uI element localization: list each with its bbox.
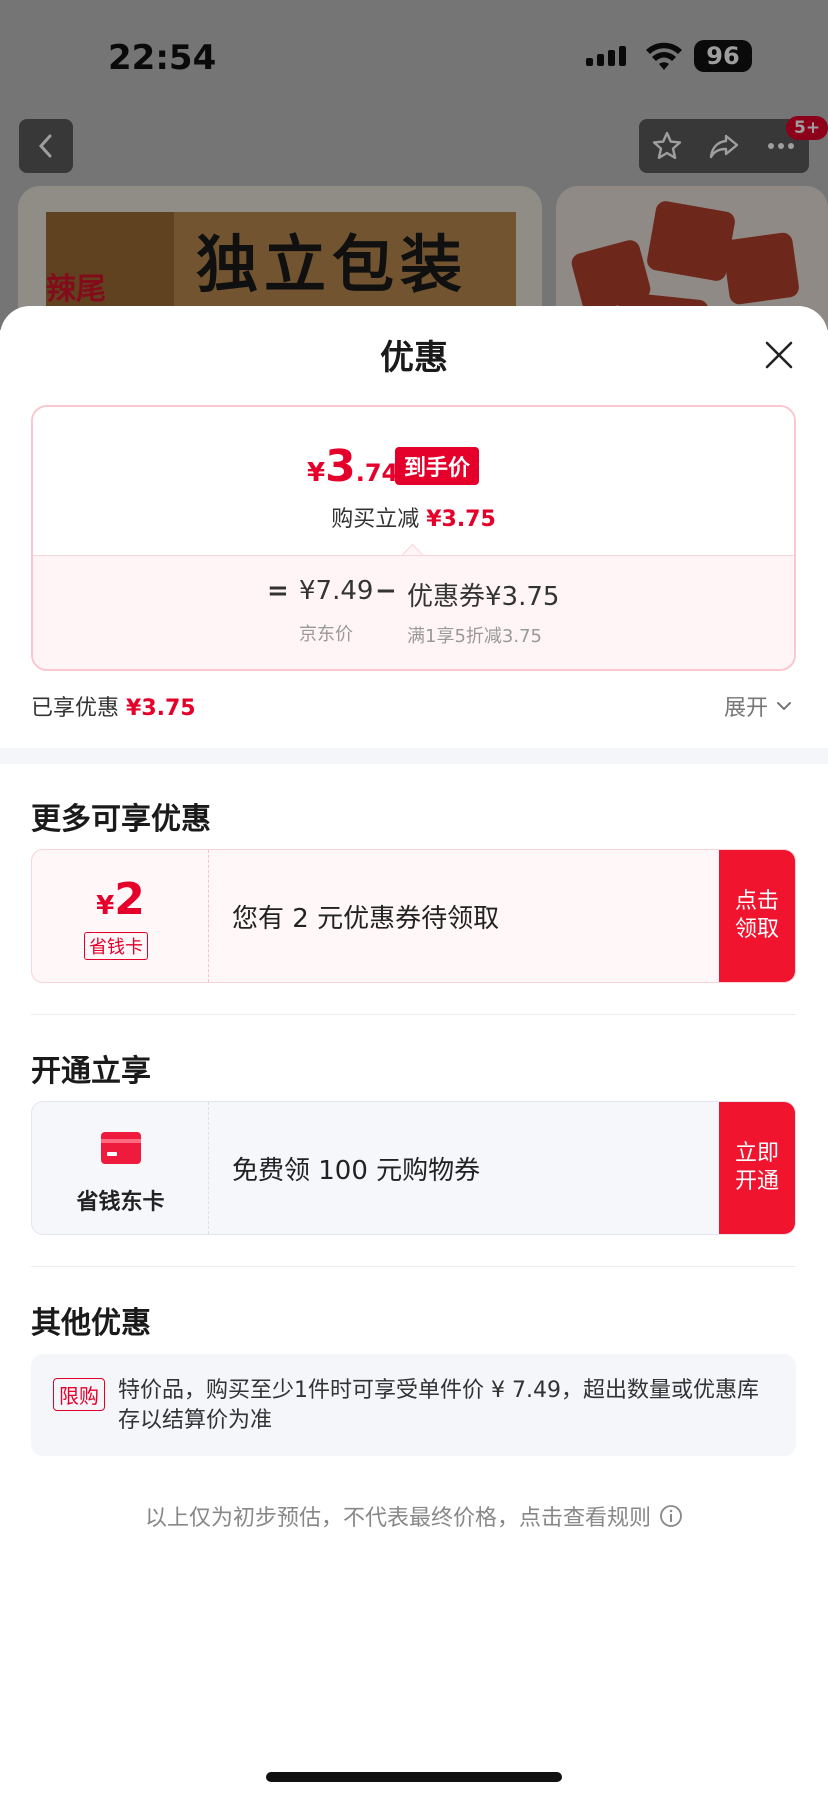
background-page: 22:54 96 5+ 辣尾 独立包装	[0, 0, 828, 330]
more-discounts-title: 更多可享优惠	[31, 802, 211, 837]
sheet-title: 优惠	[380, 338, 448, 378]
section-separator	[0, 748, 828, 764]
other-discounts-title: 其他优惠	[31, 1306, 151, 1341]
info-icon	[660, 1505, 682, 1527]
price-formula: = ¥7.49 − 优惠券¥3.75 京东价 满1享5折减3.75	[33, 555, 794, 669]
coupon-description: 满1享5折减3.75	[407, 626, 542, 647]
divider	[31, 1014, 796, 1015]
modal-overlay[interactable]	[0, 0, 828, 330]
coupon-amount-area: ¥2 省钱卡	[32, 850, 209, 982]
final-price-tag: 到手价	[395, 447, 480, 485]
home-indicator	[266, 1772, 562, 1782]
membership-description: 免费领 100 元购物券	[232, 1155, 481, 1186]
jd-price: ¥7.49	[299, 576, 374, 606]
other-discount-box: 限购 特价品，购买至少1件时可享受单件价 ¥ 7.49，超出数量或优惠库存以结算…	[31, 1354, 796, 1456]
claim-coupon-button[interactable]: 点击 领取	[719, 850, 795, 982]
membership-card[interactable]: 省钱东卡 免费领 100 元购物券 立即 开通	[31, 1101, 796, 1235]
instant-discount-line: 购买立减 ¥3.75	[331, 507, 496, 532]
coupon-card-name: 省钱卡	[84, 932, 148, 960]
discount-sheet: 优惠 ¥3.74 到手价 购买立减 ¥3.75 = ¥7.49 − 优惠券¥3.…	[0, 306, 828, 1795]
membership-card-area: 省钱东卡	[32, 1102, 209, 1234]
enjoyed-discount: 已享优惠 ¥3.75	[31, 696, 196, 721]
card-icon	[101, 1132, 141, 1164]
membership-card-name: 省钱东卡	[76, 1190, 165, 1215]
divider	[31, 1266, 796, 1267]
jd-price-label: 京东价	[299, 624, 353, 645]
open-membership-button[interactable]: 立即 开通	[719, 1102, 795, 1234]
expand-button[interactable]: 展开	[724, 690, 792, 722]
savings-coupon-card[interactable]: ¥2 省钱卡 您有 2 元优惠券待领取 点击 领取	[31, 849, 796, 983]
final-price: ¥3.74	[307, 441, 399, 492]
coupon-description: 您有 2 元优惠券待领取	[232, 903, 500, 934]
limit-tag: 限购	[53, 1378, 105, 1411]
price-breakdown-box: ¥3.74 到手价 购买立减 ¥3.75 = ¥7.49 − 优惠券¥3.75 …	[31, 405, 796, 671]
close-icon[interactable]	[762, 338, 796, 372]
membership-title: 开通立享	[31, 1054, 151, 1089]
chevron-down-icon	[777, 702, 792, 711]
minus-sign: −	[375, 576, 397, 606]
coupon-value: 优惠券¥3.75	[407, 582, 560, 612]
other-discount-text: 特价品，购买至少1件时可享受单件价 ¥ 7.49，超出数量或优惠库存以结算价为准	[118, 1378, 759, 1433]
equals-sign: =	[267, 576, 289, 606]
rules-link[interactable]: 以上仅为初步预估，不代表最终价格，点击查看规则	[0, 1500, 828, 1532]
